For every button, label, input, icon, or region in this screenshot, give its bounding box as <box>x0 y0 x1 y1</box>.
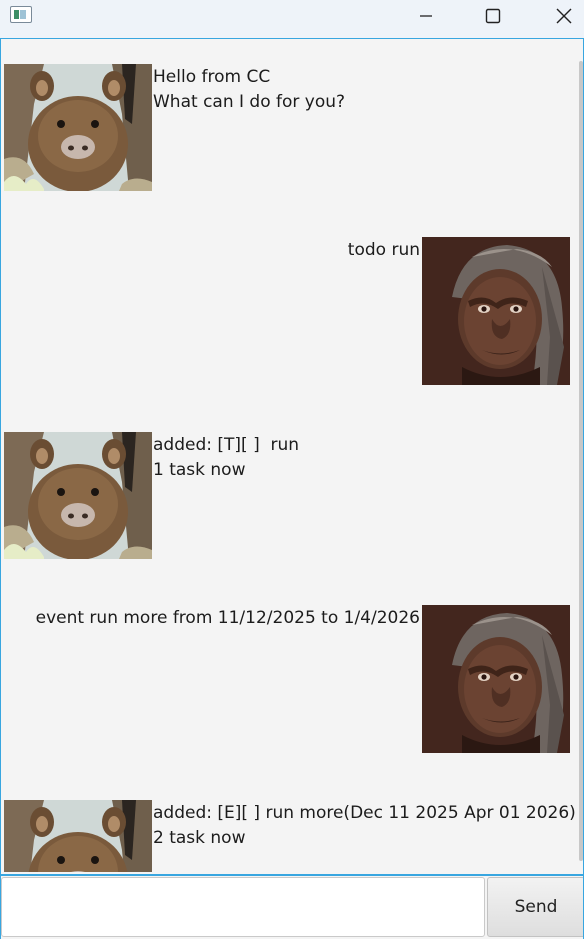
hominid-avatar-image <box>422 605 570 753</box>
minimize-icon <box>420 15 432 17</box>
vertical-scrollbar[interactable] <box>577 39 583 872</box>
bot-avatar <box>4 64 152 191</box>
maximize-icon <box>485 8 501 24</box>
message-line: 1 task now <box>153 459 246 480</box>
user-input-field[interactable] <box>1 877 485 937</box>
minimize-button[interactable] <box>403 0 449 32</box>
user-avatar <box>422 605 570 753</box>
send-button[interactable]: Send <box>487 877 583 937</box>
message-line: todo run <box>347 240 420 260</box>
maximize-button[interactable] <box>470 0 516 32</box>
app-frame: Hello from CC What can I do for you? tod… <box>0 38 584 939</box>
message-line: 2 task now <box>153 827 246 848</box>
scrollbar-thumb[interactable] <box>579 61 583 861</box>
user-message: todo run <box>348 238 420 263</box>
title-bar <box>0 0 584 38</box>
message-line: What can I do for you? <box>153 91 346 112</box>
bot-message: added: [T][ ] run 1 task now <box>153 433 299 482</box>
bot-message: added: [E][ ] run more(Dec 11 2025 Apr 0… <box>153 801 576 850</box>
user-avatar <box>422 237 570 385</box>
message-line: event run more from 11/12/2025 to 1/4/20… <box>35 608 420 628</box>
app-window-icon <box>10 6 32 23</box>
close-icon <box>556 8 572 24</box>
input-row: Send <box>1 874 583 939</box>
message-line: added: [T][ ] run <box>153 435 300 455</box>
wombat-avatar-image <box>4 432 152 559</box>
bot-avatar <box>4 800 152 872</box>
user-message: event run more from 11/12/2025 to 1/4/20… <box>36 606 420 631</box>
message-line: added: [E][ ] run more(Dec 11 2025 Apr 0… <box>153 803 576 823</box>
bot-message: Hello from CC What can I do for you? <box>153 65 345 114</box>
wombat-avatar-image <box>4 800 152 872</box>
message-line: Hello from CC <box>153 67 271 87</box>
hominid-avatar-image <box>422 237 570 385</box>
bot-avatar <box>4 432 152 559</box>
close-button[interactable] <box>541 0 584 32</box>
wombat-avatar-image <box>4 64 152 191</box>
dialog-container[interactable]: Hello from CC What can I do for you? tod… <box>2 39 577 872</box>
